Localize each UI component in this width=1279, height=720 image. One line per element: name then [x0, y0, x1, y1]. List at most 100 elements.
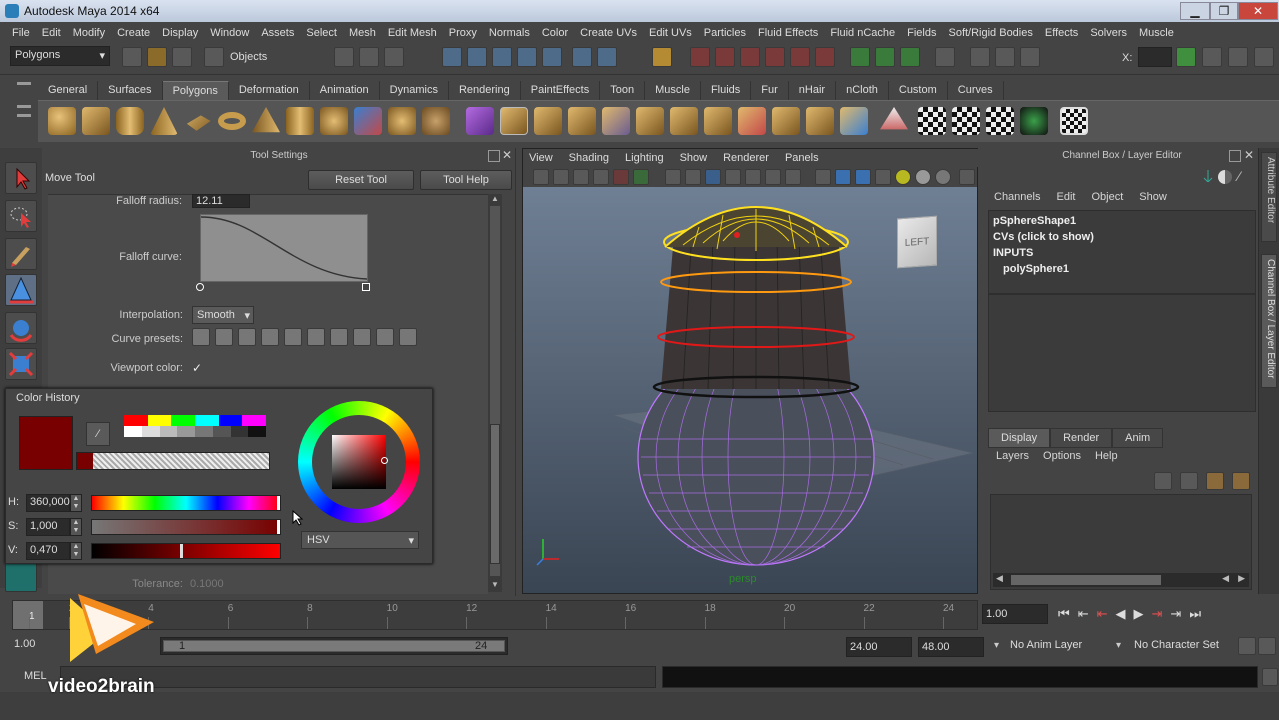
shelf-tab-ncloth[interactable]: nCloth: [836, 81, 889, 100]
channel-box-menu-channels[interactable]: Channels: [994, 191, 1040, 203]
value-field[interactable]: 0,470: [26, 542, 70, 560]
two-d-pan-icon[interactable]: [613, 169, 629, 185]
curve-preset-2-icon[interactable]: [215, 328, 233, 346]
animation-preferences-icon[interactable]: [1258, 637, 1276, 655]
menu-muscle[interactable]: Muscle: [1133, 27, 1180, 39]
view-cube[interactable]: LEFT: [897, 215, 937, 269]
close-panel-icon[interactable]: ✕: [1244, 148, 1254, 162]
spherical-mapping-icon[interactable]: [986, 107, 1014, 135]
script-editor-icon[interactable]: [1262, 668, 1278, 686]
falloff-curve-graph[interactable]: [200, 214, 368, 282]
shelf-tab-deformation[interactable]: Deformation: [229, 81, 310, 100]
grid-toggle-icon[interactable]: [665, 169, 681, 185]
color-history-palette[interactable]: [124, 415, 267, 439]
poly-soccer-icon[interactable]: [320, 107, 348, 135]
value-spinner[interactable]: ▲ ▼: [70, 542, 82, 560]
bookmarks-icon[interactable]: [573, 169, 589, 185]
shelf-tab-nhair[interactable]: nHair: [789, 81, 837, 100]
grease-pencil-icon[interactable]: [633, 169, 649, 185]
curve-preset-9-icon[interactable]: [376, 328, 394, 346]
textured-icon[interactable]: [875, 169, 891, 185]
menu-particles[interactable]: Particles: [698, 27, 752, 39]
shelf-tab-curves[interactable]: Curves: [948, 81, 1004, 100]
channel-box-menu-object[interactable]: Object: [1091, 191, 1123, 203]
camera-attributes-icon[interactable]: [553, 169, 569, 185]
bridge-icon[interactable]: [534, 107, 562, 135]
current-frame-field[interactable]: 1.00: [982, 604, 1048, 624]
ipr-render-icon[interactable]: [790, 47, 810, 67]
shelf-tab-custom[interactable]: Custom: [889, 81, 948, 100]
menu-fields[interactable]: Fields: [901, 27, 942, 39]
poly-sphere-input[interactable]: polySphere1: [1003, 263, 1069, 275]
lasso-tool-icon[interactable]: [5, 200, 37, 232]
curve-preset-4-icon[interactable]: [261, 328, 279, 346]
menu-soft-rigid-bodies[interactable]: Soft/Rigid Bodies: [942, 27, 1038, 39]
planar-mapping-icon[interactable]: [918, 107, 946, 135]
scale-tool-icon[interactable]: [5, 348, 37, 380]
shelf-tab-fluids[interactable]: Fluids: [701, 81, 752, 100]
separate-icon[interactable]: [388, 107, 416, 135]
menu-solvers[interactable]: Solvers: [1084, 27, 1133, 39]
hue-wheel[interactable]: [298, 401, 420, 523]
falloff-curve-start-handle[interactable]: [196, 283, 204, 291]
menu-create-uvs[interactable]: Create UVs: [574, 27, 643, 39]
select-by-hierarchy-icon[interactable]: [334, 47, 354, 67]
close-button[interactable]: ✕: [1238, 2, 1278, 20]
tree-toggle-icon[interactable]: [1202, 170, 1214, 183]
minimize-button[interactable]: ▁: [1180, 2, 1210, 20]
render-current-icon[interactable]: [765, 47, 785, 67]
falloff-radius-field[interactable]: 12.11: [192, 194, 250, 208]
viewport-menu-show[interactable]: Show: [680, 152, 708, 164]
viewport-menu-renderer[interactable]: Renderer: [723, 152, 769, 164]
channel-box-menu-show[interactable]: Show: [1139, 191, 1167, 203]
new-scene-icon[interactable]: [122, 47, 142, 67]
curve-preset-3-icon[interactable]: [238, 328, 256, 346]
saturation-slider[interactable]: [91, 519, 281, 535]
menu-window[interactable]: Window: [204, 27, 255, 39]
layer-menu-options[interactable]: Options: [1043, 450, 1081, 462]
snap-point-icon[interactable]: [492, 47, 512, 67]
shelf-tab-painteffects[interactable]: PaintEffects: [521, 81, 601, 100]
poly-cylinder-icon[interactable]: [116, 107, 144, 135]
menu-create[interactable]: Create: [111, 27, 156, 39]
select-tool-icon[interactable]: [5, 162, 37, 194]
automatic-mapping-icon[interactable]: [1020, 107, 1048, 135]
append-polygon-icon[interactable]: [568, 107, 596, 135]
input-output-icon[interactable]: [690, 47, 710, 67]
poly-pyramid-icon[interactable]: [252, 107, 280, 133]
sidebar-toggle-icon[interactable]: [935, 47, 955, 67]
move-layer-up-icon[interactable]: [1206, 472, 1224, 490]
uv-snapshot-icon[interactable]: [1060, 107, 1088, 135]
menu-proxy[interactable]: Proxy: [443, 27, 483, 39]
menu-fluid-ncache[interactable]: Fluid nCache: [824, 27, 901, 39]
isolate-select-icon[interactable]: [959, 169, 975, 185]
step-back-frame-icon[interactable]: ⇤: [1097, 606, 1108, 624]
panel-layout-icon[interactable]: [1228, 47, 1248, 67]
make-live-icon[interactable]: [572, 47, 592, 67]
single-pane-icon[interactable]: [1254, 47, 1274, 67]
shelf-tab-toon[interactable]: Toon: [600, 81, 646, 100]
menu-select[interactable]: Select: [300, 27, 343, 39]
wireframe-icon[interactable]: [815, 169, 831, 185]
hue-slider[interactable]: [91, 495, 281, 511]
split-polygon-icon[interactable]: [602, 107, 630, 135]
menu-fluid-effects[interactable]: Fluid Effects: [752, 27, 824, 39]
snap-view-plane-icon[interactable]: [517, 47, 537, 67]
shape-node-label[interactable]: pSphereShape1: [993, 215, 1076, 227]
smooth-icon[interactable]: [422, 107, 450, 135]
shadows-icon[interactable]: [915, 169, 931, 185]
safe-title-icon[interactable]: [785, 169, 801, 185]
menu-modify[interactable]: Modify: [67, 27, 111, 39]
smooth-shade-icon[interactable]: [835, 169, 851, 185]
construction-history-icon[interactable]: [715, 47, 735, 67]
saturation-field[interactable]: 1,000: [26, 518, 70, 536]
layer-menu-layers[interactable]: Layers: [996, 450, 1029, 462]
anim-end-field[interactable]: 48.00: [918, 637, 984, 657]
viewport-menu-panels[interactable]: Panels: [785, 152, 819, 164]
menu-effects[interactable]: Effects: [1039, 27, 1084, 39]
wireframe-on-shaded-icon[interactable]: [855, 169, 871, 185]
cylindrical-mapping-icon[interactable]: [952, 107, 980, 135]
attribute-editor-toggle-icon[interactable]: [970, 47, 990, 67]
render-settings-icon[interactable]: [815, 47, 835, 67]
uv-editor-icon[interactable]: [840, 107, 868, 135]
